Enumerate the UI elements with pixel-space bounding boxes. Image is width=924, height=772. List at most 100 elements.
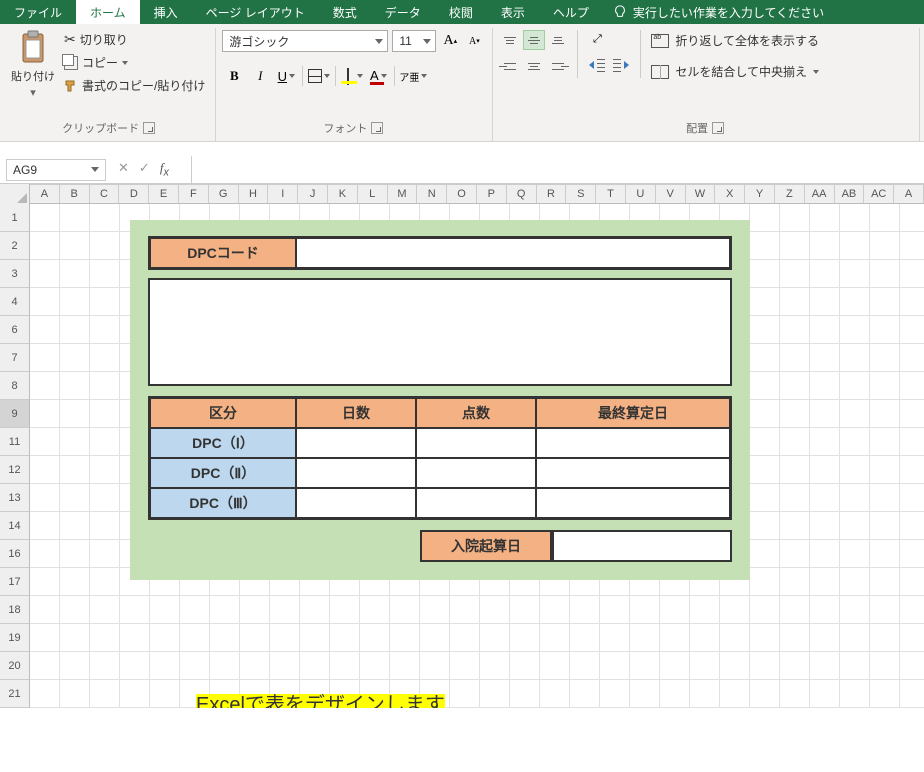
column-header[interactable]: F	[179, 185, 209, 203]
column-header[interactable]: L	[358, 185, 388, 203]
align-left-button[interactable]	[499, 56, 521, 76]
decrease-indent-button[interactable]	[586, 56, 608, 76]
row-header[interactable]: 1	[0, 204, 30, 232]
cell-dpc2-tensu[interactable]	[416, 458, 536, 488]
row-header[interactable]: 17	[0, 568, 30, 596]
column-header[interactable]: S	[566, 185, 596, 203]
cell-dpc3-tensu[interactable]	[416, 488, 536, 518]
column-header[interactable]: AA	[805, 185, 835, 203]
column-header[interactable]: A	[894, 185, 924, 203]
row-cells[interactable]	[30, 680, 924, 708]
column-header[interactable]: Q	[507, 185, 537, 203]
tab-file[interactable]: ファイル	[0, 0, 76, 24]
row-header[interactable]: 9	[0, 400, 30, 428]
orientation-button[interactable]: ⤢	[586, 30, 608, 50]
wrap-text-button[interactable]: 折り返して全体を表示する	[649, 30, 821, 51]
column-header[interactable]: G	[209, 185, 239, 203]
copy-button[interactable]: コピー	[62, 53, 207, 72]
row-header[interactable]: 4	[0, 288, 30, 316]
tab-page-layout[interactable]: ページ レイアウト	[192, 0, 319, 24]
cell-dpc1-saishu[interactable]	[536, 428, 730, 458]
row-header[interactable]: 8	[0, 372, 30, 400]
merge-center-button[interactable]: セルを結合して中央揃え	[649, 61, 821, 82]
tab-review[interactable]: 校閲	[435, 0, 487, 24]
font-color-button[interactable]: A	[366, 64, 390, 88]
bold-button[interactable]: B	[222, 64, 246, 88]
column-header[interactable]: B	[60, 185, 90, 203]
row-cells[interactable]	[30, 596, 924, 624]
cell-dpc3-saishu[interactable]	[536, 488, 730, 518]
cancel-formula-button[interactable]: ✕	[118, 160, 129, 179]
column-header[interactable]: A	[30, 185, 60, 203]
underline-button[interactable]: U	[274, 64, 298, 88]
column-header[interactable]: AB	[835, 185, 865, 203]
increase-indent-button[interactable]	[610, 56, 632, 76]
insert-function-button[interactable]: fx	[160, 160, 169, 179]
row-header[interactable]: 2	[0, 232, 30, 260]
nyuin-input[interactable]	[552, 530, 732, 562]
tab-data[interactable]: データ	[371, 0, 435, 24]
cell-dpc3-nissu[interactable]	[296, 488, 416, 518]
row-header[interactable]: 19	[0, 624, 30, 652]
column-header[interactable]: X	[715, 185, 745, 203]
borders-button[interactable]	[307, 64, 331, 88]
column-header[interactable]: O	[447, 185, 477, 203]
format-painter-button[interactable]: 書式のコピー/貼り付け	[62, 76, 207, 95]
font-size-select[interactable]: 11	[392, 30, 436, 52]
column-header[interactable]: C	[90, 185, 120, 203]
fill-color-button[interactable]	[340, 64, 364, 88]
tab-help[interactable]: ヘルプ	[539, 0, 603, 24]
column-header[interactable]: H	[239, 185, 269, 203]
tell-me[interactable]: 実行したい作業を入力してください	[603, 0, 834, 24]
row-header[interactable]: 12	[0, 456, 30, 484]
row-header[interactable]: 6	[0, 316, 30, 344]
column-header[interactable]: Y	[745, 185, 775, 203]
align-middle-button[interactable]	[523, 30, 545, 50]
row-header[interactable]: 13	[0, 484, 30, 512]
font-name-select[interactable]: 游ゴシック	[222, 30, 388, 52]
italic-button[interactable]: I	[248, 64, 272, 88]
align-right-button[interactable]	[547, 56, 569, 76]
row-header[interactable]: 20	[0, 652, 30, 680]
increase-font-button[interactable]: A▴	[440, 30, 460, 52]
column-header[interactable]: R	[537, 185, 567, 203]
row-cells[interactable]	[30, 624, 924, 652]
tab-view[interactable]: 表示	[487, 0, 539, 24]
row-header[interactable]: 14	[0, 512, 30, 540]
cell-dpc2-saishu[interactable]	[536, 458, 730, 488]
row-header[interactable]: 11	[0, 428, 30, 456]
phonetic-button[interactable]: ア亜	[399, 64, 427, 88]
cell-dpc1-nissu[interactable]	[296, 428, 416, 458]
formula-input[interactable]	[191, 156, 924, 183]
row-header[interactable]: 7	[0, 344, 30, 372]
tab-home[interactable]: ホーム	[76, 0, 140, 24]
column-header[interactable]: T	[596, 185, 626, 203]
column-header[interactable]: M	[388, 185, 418, 203]
column-header[interactable]: P	[477, 185, 507, 203]
align-top-button[interactable]	[499, 30, 521, 50]
column-header[interactable]: N	[417, 185, 447, 203]
row-header[interactable]: 16	[0, 540, 30, 568]
paste-button[interactable]: 貼り付け ▾	[10, 30, 56, 99]
row-header[interactable]: 18	[0, 596, 30, 624]
align-bottom-button[interactable]	[547, 30, 569, 50]
decrease-font-button[interactable]: A▾	[464, 30, 484, 52]
row-header[interactable]: 3	[0, 260, 30, 288]
cell-dpc2-nissu[interactable]	[296, 458, 416, 488]
form-blank-area[interactable]	[148, 278, 732, 386]
column-header[interactable]: D	[119, 185, 149, 203]
row-cells[interactable]	[30, 652, 924, 680]
align-center-button[interactable]	[523, 56, 545, 76]
column-header[interactable]: E	[149, 185, 179, 203]
column-header[interactable]: AC	[864, 185, 894, 203]
font-dialog-launcher[interactable]	[371, 122, 383, 134]
row-header[interactable]: 21	[0, 680, 30, 708]
cut-button[interactable]: ✂ 切り取り	[62, 30, 207, 49]
alignment-dialog-launcher[interactable]	[712, 122, 724, 134]
tab-insert[interactable]: 挿入	[140, 0, 192, 24]
column-header[interactable]: K	[328, 185, 358, 203]
column-header[interactable]: W	[686, 185, 716, 203]
dpc-code-input[interactable]	[296, 238, 730, 268]
cell-dpc1-tensu[interactable]	[416, 428, 536, 458]
column-header[interactable]: I	[268, 185, 298, 203]
